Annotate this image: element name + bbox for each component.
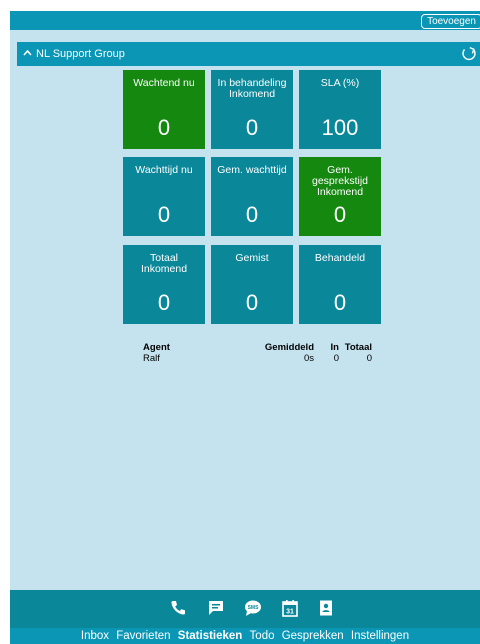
column-header-in: In <box>330 342 339 353</box>
calendar-icon[interactable]: 31 <box>280 598 300 618</box>
tile-gem-wachttijd: Gem. wachttijd 0 <box>211 157 293 236</box>
sms-icon-text: SMS <box>248 605 260 611</box>
nav-gesprekken[interactable]: Gesprekken <box>282 628 344 644</box>
tile-label: Totaal Inkomend <box>140 252 188 275</box>
agent-table: Agent Gemiddeld In Totaal Ralf 0s 0 0 <box>143 342 383 364</box>
tile-label: Gemist <box>235 252 269 264</box>
column-header-average: Gemiddeld <box>264 342 314 353</box>
tile-value: 0 <box>157 202 171 227</box>
tile-gemist: Gemist 0 <box>211 245 293 324</box>
tile-behandeld: Behandeld 0 <box>299 245 381 324</box>
agent-average: 0s <box>303 353 314 364</box>
tile-gem-gesprekstijd-inkomend: Gem. gesprekstijd Inkomend 0 <box>299 157 381 236</box>
nav-instellingen[interactable]: Instellingen <box>351 628 409 644</box>
tile-label: Behandeld <box>314 252 366 264</box>
chevron-up-icon[interactable] <box>23 46 32 62</box>
agent-name: Ralf <box>143 353 160 364</box>
tile-totaal-inkomend: Totaal Inkomend 0 <box>123 245 205 324</box>
app-container: Toevoegen NL Support Group Wachtend nu 0… <box>10 11 480 644</box>
bottom-icon-bar: SMS 31 <box>10 590 480 628</box>
tile-label: In behandeling Inkomend <box>217 77 287 100</box>
add-button[interactable]: Toevoegen <box>421 14 480 29</box>
tile-value: 0 <box>157 115 171 140</box>
chat-icon[interactable] <box>206 598 226 618</box>
tile-value: 100 <box>321 115 359 140</box>
tile-value: 0 <box>245 202 259 227</box>
tile-label: Gem. wachttijd <box>217 164 287 176</box>
tile-value: 0 <box>333 290 347 315</box>
nav-favorieten[interactable]: Favorieten <box>116 628 170 644</box>
column-header-total: Totaal <box>344 342 372 353</box>
tile-value: 0 <box>245 115 259 140</box>
group-title: NL Support Group <box>36 48 125 60</box>
sms-icon[interactable]: SMS <box>243 598 263 618</box>
tile-wachttijd-nu: Wachttijd nu 0 <box>123 157 205 236</box>
contacts-icon[interactable] <box>316 598 336 618</box>
bottom-nav: Inbox Favorieten Statistieken Todo Gespr… <box>10 628 480 644</box>
table-row: Ralf 0s 0 0 <box>143 353 383 364</box>
group-header[interactable]: NL Support Group <box>17 42 480 66</box>
column-header-agent: Agent <box>143 342 170 353</box>
calendar-icon-day: 31 <box>286 609 294 616</box>
tile-value: 0 <box>157 290 171 315</box>
table-header-row: Agent Gemiddeld In Totaal <box>143 342 383 353</box>
tile-label: SLA (%) <box>320 77 360 89</box>
tile-label: Gem. gesprekstijd Inkomend <box>311 164 369 198</box>
refresh-icon[interactable] <box>460 45 478 63</box>
tile-wachtend-nu: Wachtend nu 0 <box>123 70 205 149</box>
top-bar: Toevoegen <box>10 11 480 30</box>
tile-label: Wachtend nu <box>133 77 195 89</box>
tile-value: 0 <box>245 290 259 315</box>
tile-in-behandeling-inkomend: In behandeling Inkomend 0 <box>211 70 293 149</box>
agent-in: 0 <box>333 353 339 364</box>
agent-total: 0 <box>366 353 372 364</box>
nav-inbox[interactable]: Inbox <box>81 628 109 644</box>
tile-value: 0 <box>333 202 347 227</box>
tile-sla: SLA (%) 100 <box>299 70 381 149</box>
window-frame: Toevoegen NL Support Group Wachtend nu 0… <box>0 0 480 644</box>
phone-icon[interactable] <box>168 598 188 618</box>
tile-label: Wachttijd nu <box>135 164 193 176</box>
nav-statistieken[interactable]: Statistieken <box>178 628 243 644</box>
nav-todo[interactable]: Todo <box>250 628 275 644</box>
